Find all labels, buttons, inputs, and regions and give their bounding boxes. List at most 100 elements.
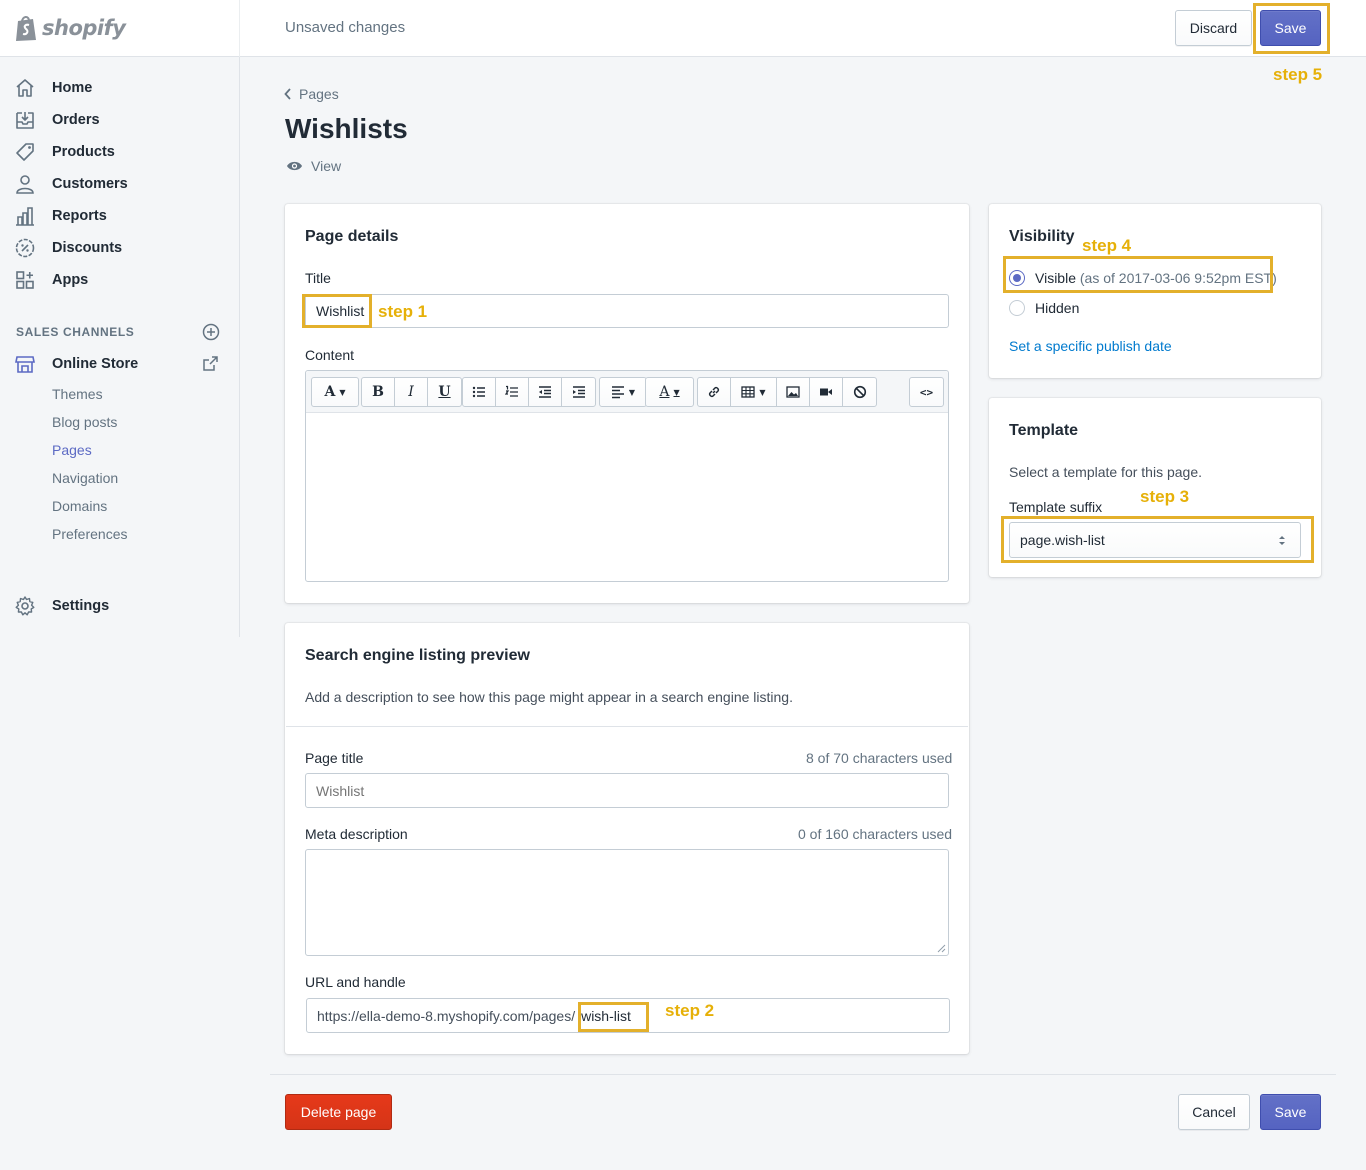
topbar-separator: [239, 0, 240, 57]
sidebar-item-label: Online Store: [52, 356, 139, 372]
discard-button[interactable]: Discard: [1175, 10, 1252, 46]
step3-label: step 3: [1140, 487, 1190, 506]
sidebar-item-orders[interactable]: Orders: [14, 106, 224, 134]
cancel-button[interactable]: Cancel: [1178, 1094, 1250, 1130]
numbered-list-icon: [505, 385, 518, 397]
step2-highlight: [578, 1002, 649, 1032]
sidebar-subitem-blog-posts[interactable]: Blog posts: [52, 414, 117, 430]
table-button[interactable]: ▼: [731, 378, 777, 406]
meta-description-count: 0 of 160 characters used: [798, 826, 953, 842]
shopify-bag-icon: [16, 16, 36, 41]
numbered-list-button[interactable]: [496, 378, 529, 406]
outdent-icon: [539, 386, 551, 398]
footer-divider: [270, 1074, 1336, 1075]
save-button-bottom[interactable]: Save: [1260, 1094, 1321, 1130]
align-group: ▼: [599, 377, 647, 407]
sidebar-subitem-preferences[interactable]: Preferences: [52, 526, 127, 542]
view-label: View: [311, 158, 342, 174]
image-icon: [786, 386, 800, 398]
delete-page-button[interactable]: Delete page: [285, 1094, 392, 1130]
bullet-list-icon: [472, 386, 485, 398]
breadcrumb-label: Pages: [299, 86, 339, 102]
text-color-button[interactable]: A ▼: [646, 378, 693, 406]
hidden-label[interactable]: Hidden: [1035, 300, 1079, 316]
sidebar-item-label: Customers: [52, 176, 128, 192]
html-group: <>: [909, 377, 944, 407]
sidebar-item-label: Orders: [52, 112, 100, 128]
indent-icon: [572, 386, 585, 398]
template-description: Select a template for this page.: [1009, 464, 1202, 480]
sidebar-item-reports[interactable]: Reports: [14, 202, 224, 230]
step4-highlight: [1003, 256, 1273, 293]
sidebar-subitem-pages[interactable]: Pages: [52, 442, 92, 458]
html-view-button[interactable]: <>: [910, 378, 943, 406]
products-icon: [16, 143, 34, 161]
hidden-radio[interactable]: [1009, 300, 1025, 316]
seo-page-title-input[interactable]: [305, 773, 949, 808]
bold-button[interactable]: B: [362, 378, 395, 406]
text-style-group: B I U: [361, 377, 462, 407]
sidebar-item-settings[interactable]: Settings: [14, 592, 224, 620]
underline-button[interactable]: U: [428, 378, 461, 406]
shopify-logo[interactable]: shopify: [14, 12, 134, 44]
sidebar: Home Orders Products Customers Reports D…: [0, 57, 240, 637]
italic-button[interactable]: I: [395, 378, 428, 406]
sidebar-item-products[interactable]: Products: [14, 138, 224, 166]
rich-text-editor[interactable]: A ▼ B I U ▼ A ▼ ▼ <>: [305, 370, 949, 582]
image-button[interactable]: [777, 378, 810, 406]
template-suffix-label: Template suffix: [1009, 499, 1103, 515]
gear-icon: [15, 596, 35, 616]
step2-label: step 2: [665, 1001, 715, 1020]
align-left-icon: [611, 386, 624, 399]
bullet-list-button[interactable]: [463, 378, 496, 406]
url-prefix: https://ella-demo-8.myshopify.com/pages/: [317, 1007, 576, 1024]
customers-icon: [16, 175, 34, 194]
font-format-button[interactable]: A ▼: [312, 378, 358, 406]
sidebar-item-apps[interactable]: Apps: [14, 266, 224, 294]
template-heading: Template: [1009, 422, 1079, 439]
sidebar-subitem-themes[interactable]: Themes: [52, 386, 103, 402]
breadcrumb[interactable]: Pages: [284, 86, 339, 102]
seo-divider: [286, 726, 968, 727]
resize-handle-icon[interactable]: [937, 944, 946, 953]
align-button[interactable]: ▼: [600, 378, 646, 406]
view-link[interactable]: View: [286, 158, 341, 174]
discounts-icon: [15, 238, 35, 258]
clear-format-button[interactable]: [843, 378, 876, 406]
link-icon: [708, 386, 720, 398]
sidebar-item-label: Settings: [52, 598, 110, 614]
seo-page-title-count: 8 of 70 characters used: [806, 750, 953, 766]
list-group: [462, 377, 596, 407]
sidebar-item-discounts[interactable]: Discounts: [14, 234, 224, 262]
eye-icon: [287, 161, 302, 171]
sidebar-item-customers[interactable]: Customers: [14, 170, 224, 198]
sidebar-item-online-store[interactable]: Online Store: [14, 350, 224, 378]
orders-icon: [16, 112, 34, 129]
color-group: A ▼: [645, 377, 694, 407]
link-button[interactable]: [698, 378, 731, 406]
insert-group: ▼: [697, 377, 877, 407]
page-details-heading: Page details: [305, 228, 399, 245]
indent-button[interactable]: [562, 378, 595, 406]
unsaved-status: Unsaved changes: [285, 19, 406, 36]
sidebar-subitem-navigation[interactable]: Navigation: [52, 470, 118, 486]
apps-icon: [16, 271, 34, 289]
publish-date-link[interactable]: Set a specific publish date: [1009, 338, 1172, 354]
reports-icon: [16, 207, 34, 226]
home-icon: [16, 79, 34, 97]
table-icon: [741, 386, 756, 398]
sidebar-item-label: Apps: [52, 272, 89, 288]
sidebar-subitem-domains[interactable]: Domains: [52, 498, 107, 514]
step3-highlight: [1001, 516, 1314, 563]
sidebar-item-label: Reports: [52, 208, 107, 224]
sidebar-item-home[interactable]: Home: [14, 74, 224, 102]
chevron-left-icon: [284, 88, 291, 100]
editor-toolbar: A ▼ B I U ▼ A ▼ ▼ <>: [306, 371, 948, 413]
meta-description-textarea[interactable]: [305, 849, 949, 956]
sidebar-item-label: Home: [52, 80, 93, 96]
step1-label: step 1: [378, 302, 428, 321]
video-button[interactable]: [810, 378, 843, 406]
add-sales-channel-icon[interactable]: [202, 323, 220, 341]
external-link-icon[interactable]: [202, 355, 219, 372]
outdent-button[interactable]: [529, 378, 562, 406]
